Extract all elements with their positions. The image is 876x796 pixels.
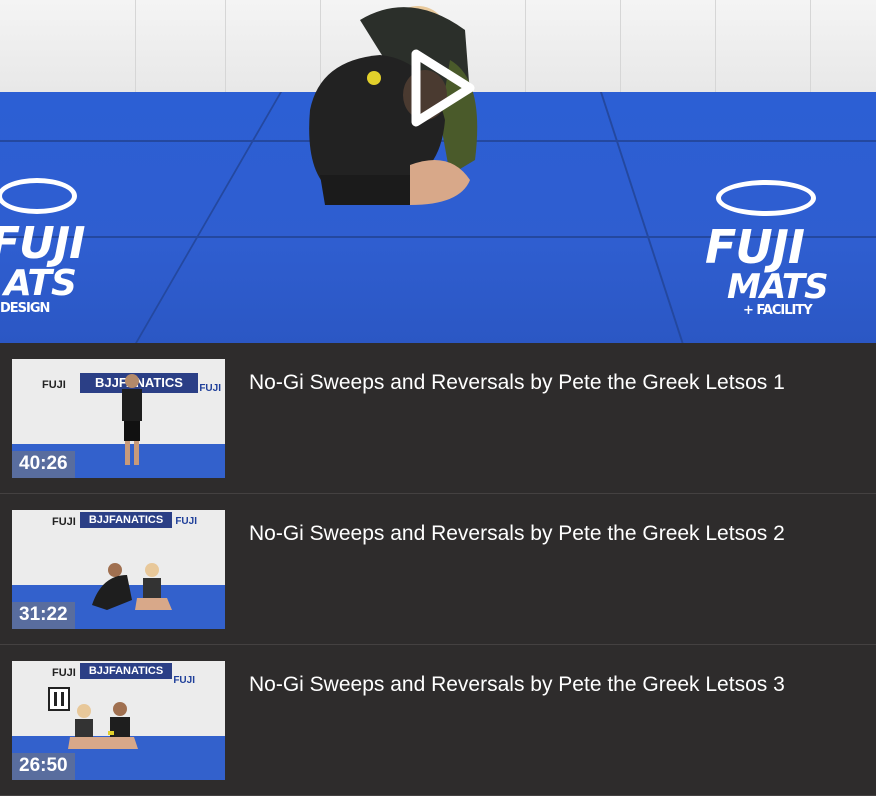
playlist-item[interactable]: FUJI BJJFANATICS FUJI 31:22 No-Gi Sweeps… <box>0 494 876 645</box>
video-thumbnail[interactable]: FUJI BJJFANATICS FUJI 31:22 <box>12 510 225 629</box>
fuji-logo-icon <box>0 178 78 214</box>
thumbnail-banner: BJJFANATICS <box>80 663 172 679</box>
mat-logo-left-line2: ATS <box>4 263 77 304</box>
video-title[interactable]: No-Gi Sweeps and Reversals by Pete the G… <box>249 673 869 697</box>
video-duration: 31:22 <box>12 602 75 629</box>
video-duration: 40:26 <box>12 451 75 478</box>
mat-logo-right: FUJI MATS + FACILITY <box>705 180 829 317</box>
thumbnail-fuji-logo: FUJI <box>52 667 76 679</box>
video-player[interactable]: FUJI ATS DESIGN FUJI MATS + FACILITY <box>0 0 876 343</box>
thumbnail-fuji-logo: FUJI <box>42 379 66 391</box>
thumbnail-fuji-logo: FUJI <box>52 516 76 528</box>
play-icon[interactable] <box>408 48 478 128</box>
video-duration: 26:50 <box>12 753 75 780</box>
mat-logo-left-line1: FUJI <box>0 218 86 269</box>
athlete-figure <box>122 374 142 465</box>
playlist: FUJI BJJFANATICS FUJI 40:26 No-Gi Sweeps… <box>0 343 876 796</box>
fuji-logo-icon <box>716 180 817 216</box>
thumbnail-fuji-logo-right: FUJI <box>199 383 221 394</box>
thumbnail-fuji-logo-right: FUJI <box>175 516 197 527</box>
athletes-figure <box>92 563 172 610</box>
thumbnail-fuji-logo-right: FUJI <box>173 675 195 686</box>
mat-logo-right-line1: FUJI <box>705 220 805 274</box>
playlist-item[interactable]: FUJI BJJFANATICS FUJI 26:50 No-Gi Sweeps… <box>0 645 876 796</box>
playlist-item[interactable]: FUJI BJJFANATICS FUJI 40:26 No-Gi Sweeps… <box>0 343 876 494</box>
video-title[interactable]: No-Gi Sweeps and Reversals by Pete the G… <box>249 522 869 546</box>
athletes-figure <box>68 702 138 749</box>
video-title[interactable]: No-Gi Sweeps and Reversals by Pete the G… <box>249 371 869 395</box>
mat-logo-left: FUJI ATS DESIGN <box>0 178 86 315</box>
video-thumbnail[interactable]: FUJI BJJFANATICS FUJI 40:26 <box>12 359 225 478</box>
thumbnail-banner: BJJFANATICS <box>80 512 172 528</box>
video-thumbnail[interactable]: FUJI BJJFANATICS FUJI 26:50 <box>12 661 225 780</box>
mat-logo-right-line2: MATS <box>727 267 829 307</box>
